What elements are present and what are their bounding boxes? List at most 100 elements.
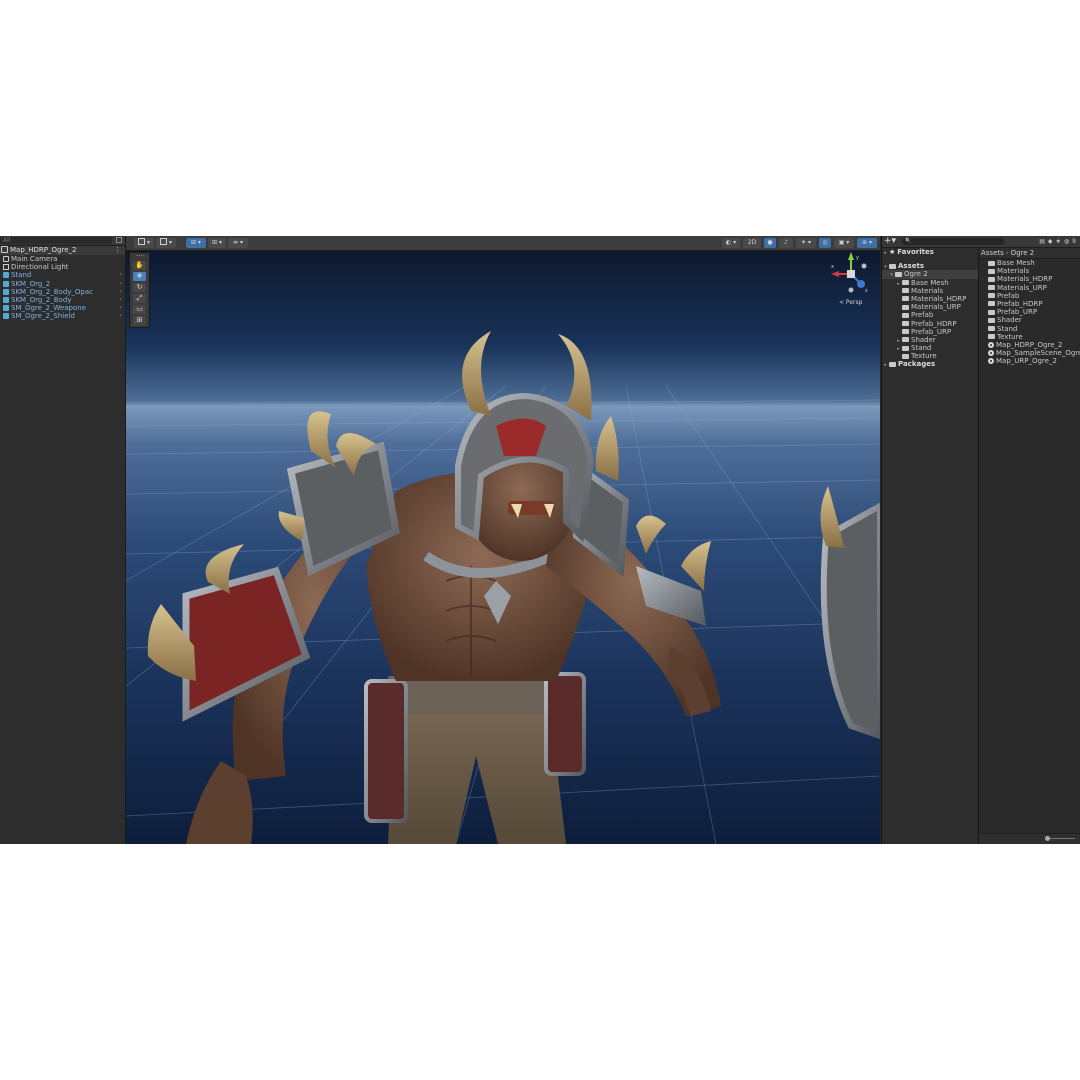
toggle-2d-button[interactable]: 2D — [743, 238, 761, 248]
list-item[interactable]: Map_URP_Ogre_2 — [979, 357, 1080, 365]
hand-tool-icon[interactable]: ✋ — [133, 261, 146, 270]
chevron-right-icon[interactable]: › — [120, 312, 122, 320]
list-item[interactable]: Prefab — [979, 292, 1080, 300]
hierarchy-item-skm-org-2[interactable]: SKM_Org_2 › — [3, 280, 125, 288]
grid-snap-dropdown[interactable]: ⊞ ▾ — [186, 238, 206, 248]
hierarchy-item-sm-ogre-2-shield[interactable]: SM_Ogre_2_Shield › — [3, 312, 125, 320]
move-tool-icon[interactable]: ✥ — [133, 272, 146, 281]
draw-mode-dropdown[interactable]: ▾ — [134, 238, 154, 248]
list-item[interactable]: Texture — [979, 333, 1080, 341]
list-item[interactable]: Prefab_URP — [979, 308, 1080, 316]
filter-by-label-icon[interactable]: ◆ — [1048, 238, 1056, 245]
hierarchy-item-sm-ogre-2-weapone[interactable]: SM_Ogre_2_Weapone › — [3, 304, 125, 312]
list-item[interactable]: Materials — [979, 267, 1080, 275]
folder-icon — [902, 353, 909, 359]
tree-item[interactable]: ▸ Stand — [895, 344, 978, 352]
scene-view[interactable]: ▾ ▾ ⊞ ▾ ⊞ ▾ ⇹ ▾ ◐ ▾ 2D ● ♪ ✦ ▾ ◎ ▣ ▾ ⊕ ▾… — [126, 236, 880, 844]
transform-tool-icon[interactable]: ⊞ — [133, 316, 146, 325]
orientation-gizmo[interactable]: y x z — [831, 252, 871, 294]
list-item[interactable]: Stand — [979, 325, 1080, 333]
tree-item[interactable]: Prefab — [895, 311, 978, 319]
hierarchy-item-skm-org-2-body-opac[interactable]: SKM_Org_2_Body_Opac › — [3, 288, 125, 296]
lighting-dropdown[interactable]: ◐ ▾ — [722, 238, 740, 248]
filter-by-type-icon[interactable]: ▤ — [1039, 238, 1048, 245]
folder-icon — [902, 312, 909, 318]
lock-icon[interactable] — [116, 237, 122, 243]
chevron-right-icon[interactable]: › — [120, 280, 122, 288]
gizmos-dropdown[interactable]: ⊕ ▾ — [857, 238, 877, 248]
grid-dropdown[interactable]: ⊞ ▾ — [208, 238, 226, 248]
chevron-right-icon[interactable]: › — [120, 304, 122, 312]
chevron-right-icon[interactable]: › — [120, 271, 122, 279]
tree-item[interactable]: Texture — [895, 352, 978, 360]
camera-settings-dropdown[interactable]: ▣ ▾ — [834, 238, 854, 248]
tree-item[interactable]: Materials — [895, 287, 978, 295]
folder-icon — [988, 268, 995, 274]
increment-snap-dropdown[interactable]: ⇹ ▾ — [228, 238, 248, 248]
draw-mode-icon — [138, 238, 146, 245]
folder-icon — [988, 293, 995, 299]
hierarchy-item-skm-org-2-body[interactable]: SKM_Org_2_Body › — [3, 296, 125, 304]
cube-icon — [160, 238, 168, 245]
list-item-label: Map_SampleScene_Ogre_2 — [996, 349, 1080, 358]
tree-item[interactable]: Prefab_URP — [895, 328, 978, 336]
hierarchy-item-label: SM_Ogre_2_Weapone — [11, 304, 86, 313]
tree-label: Base Mesh — [911, 278, 949, 287]
hierarchy-panel: All Map_HDRP_Ogre_2 ⋮ Main Camera Direct… — [0, 236, 126, 844]
tree-favorites[interactable]: ▸ ★ Favorites — [882, 248, 978, 256]
tree-item[interactable]: ▸ Shader — [895, 336, 978, 344]
projection-toggle[interactable]: < Persp — [839, 299, 862, 306]
tree-children: ▸ Base Mesh Materials Materials_HDRP Mate… — [882, 279, 978, 361]
list-item[interactable]: Materials_URP — [979, 284, 1080, 292]
rotate-tool-icon[interactable]: ↻ — [133, 283, 146, 292]
hierarchy-search-input[interactable]: All — [0, 237, 112, 244]
tree-label: Prefab_HDRP — [911, 319, 957, 328]
tree-item[interactable]: Materials_URP — [895, 303, 978, 311]
hierarchy-item-directional-light[interactable]: Directional Light — [3, 263, 125, 271]
x-axis-label: x — [831, 264, 834, 270]
shading-dropdown[interactable]: ▾ — [156, 238, 176, 248]
tree-item[interactable]: Materials_HDRP — [895, 295, 978, 303]
list-item[interactable]: Map_HDRP_Ogre_2 — [979, 341, 1080, 349]
ogre-model[interactable] — [126, 236, 880, 844]
icon-size-slider[interactable] — [1047, 838, 1075, 839]
tree-item[interactable]: Prefab_HDRP — [895, 320, 978, 328]
expand-arrow-icon[interactable]: ▾ — [888, 271, 895, 279]
tree-packages[interactable]: ▸ Packages — [882, 360, 978, 368]
tree-ogre-2[interactable]: ▾ Ogre 2 — [882, 270, 978, 279]
list-item-label: Base Mesh — [997, 259, 1035, 267]
tree-assets[interactable]: ▾ Assets — [882, 262, 978, 270]
tree-item[interactable]: ▸ Base Mesh — [895, 279, 978, 287]
breadcrumb-assets[interactable]: Assets — [981, 249, 1004, 257]
favorite-star-icon[interactable]: ★ — [1056, 238, 1064, 245]
overlay-grip-handle[interactable] — [135, 255, 144, 259]
chevron-right-icon[interactable]: › — [120, 296, 122, 304]
chevron-right-icon[interactable]: › — [120, 288, 122, 296]
rect-tool-icon[interactable]: ▭ — [133, 305, 146, 314]
list-item[interactable]: Prefab_HDRP — [979, 300, 1080, 308]
hierarchy-item-main-camera[interactable]: Main Camera — [3, 255, 125, 263]
expand-arrow-icon[interactable]: ▸ — [882, 361, 889, 369]
list-item[interactable]: Map_SampleScene_Ogre_2 — [979, 349, 1080, 357]
hidden-objects-icon[interactable]: ◎ — [819, 238, 831, 248]
tree-label: Texture — [911, 352, 937, 361]
list-item[interactable]: Shader — [979, 316, 1080, 324]
prefab-icon — [3, 313, 9, 320]
light-toggle-icon[interactable]: ● — [764, 238, 776, 248]
list-item[interactable]: Materials_HDRP — [979, 275, 1080, 283]
project-search-input[interactable]: 🔍 — [902, 238, 1004, 245]
hierarchy-item-label: Directional Light — [11, 263, 69, 272]
scale-tool-icon[interactable]: ⤢ — [133, 294, 146, 303]
scene-header[interactable]: Map_HDRP_Ogre_2 ⋮ — [0, 246, 125, 255]
breadcrumb-ogre-2[interactable]: Ogre 2 — [1011, 249, 1035, 257]
hierarchy-item-stand[interactable]: Stand › — [3, 271, 125, 279]
icon-size-slider-handle[interactable] — [1045, 836, 1050, 841]
list-item[interactable]: Base Mesh — [979, 259, 1080, 267]
more-options-icon[interactable]: ⋮ — [114, 246, 121, 255]
breadcrumb: Assets › Ogre 2 — [979, 248, 1080, 259]
audio-toggle-icon[interactable]: ♪ — [779, 238, 793, 248]
effects-dropdown[interactable]: ✦ ▾ — [796, 238, 816, 248]
hidden-packages-icon[interactable]: ◍ — [1064, 238, 1072, 245]
create-plus-icon[interactable]: +▾ — [884, 236, 896, 247]
unity-editor: All Map_HDRP_Ogre_2 ⋮ Main Camera Direct… — [0, 236, 1080, 844]
